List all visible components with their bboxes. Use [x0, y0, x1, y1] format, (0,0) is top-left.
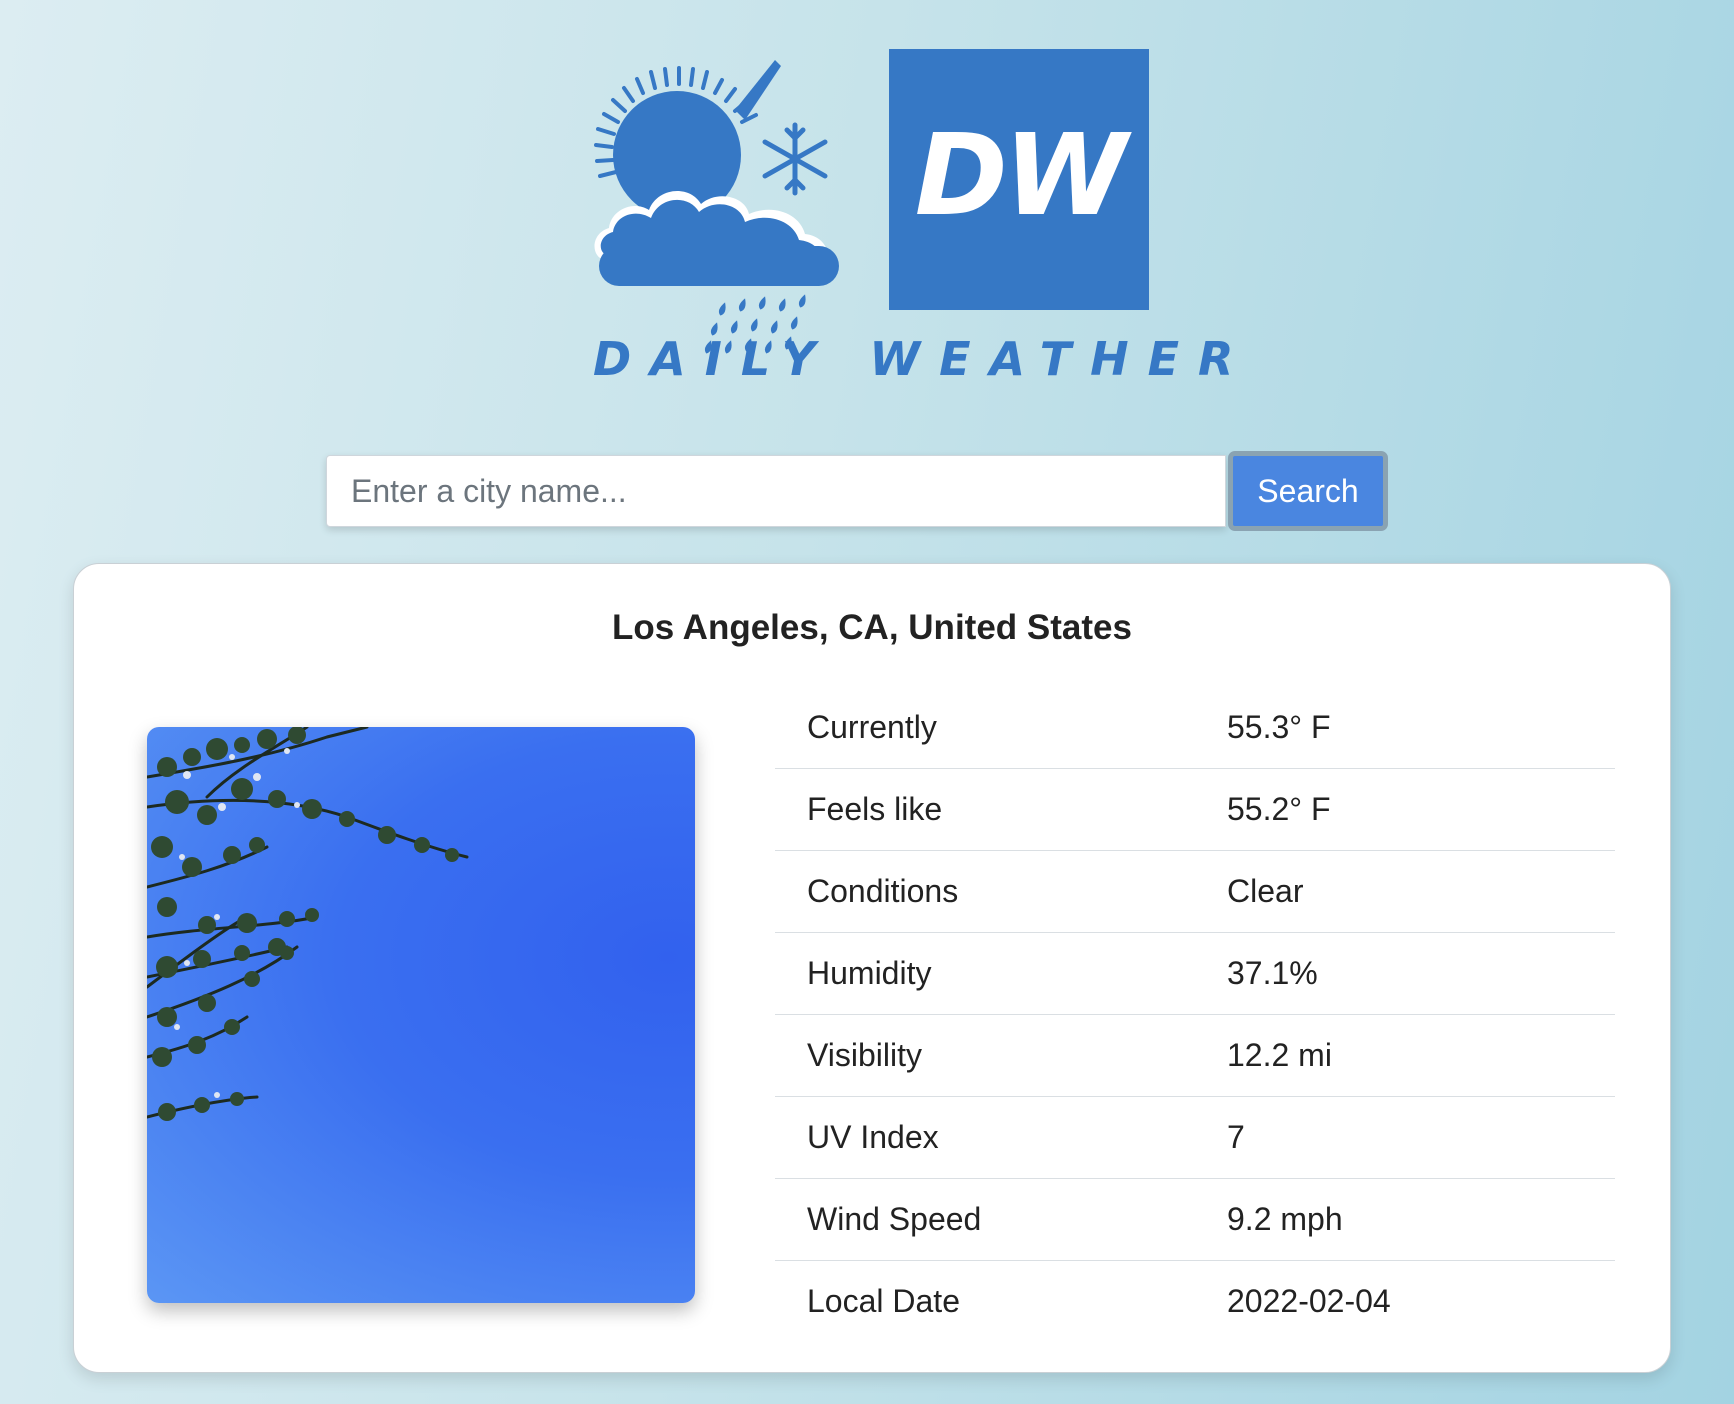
table-row: Local Date 2022-02-04 — [775, 1261, 1615, 1343]
search-input[interactable] — [326, 455, 1226, 527]
search-bar: Search — [326, 451, 1388, 531]
row-value: 9.2 mph — [1195, 1178, 1615, 1261]
row-label: Conditions — [775, 850, 1195, 933]
row-value: 2022-02-04 — [1227, 1283, 1391, 1319]
row-label: Feels like — [775, 768, 1195, 851]
row-label: Humidity — [775, 932, 1195, 1015]
table-row: Conditions Clear — [775, 850, 1615, 933]
row-value: 7 — [1195, 1096, 1615, 1179]
weather-card: Los Angeles, CA, United States Currently… — [73, 563, 1671, 1373]
table-row: Humidity 37.1% — [775, 932, 1615, 1015]
row-value: 55.2° F — [1195, 768, 1615, 851]
row-value: 37.1% — [1195, 932, 1615, 1015]
table-row: Visibility 12.2 mi — [775, 1014, 1615, 1097]
row-value: 12.2 mi — [1195, 1014, 1615, 1097]
row-label: Wind Speed — [775, 1178, 1195, 1261]
logo-wordmark: DAILY WEATHER — [593, 332, 1253, 386]
location-title: Los Angeles, CA, United States — [612, 608, 1132, 647]
weather-details-table: Currently 55.3° F Feels like 55.2° F Con… — [775, 687, 1615, 1342]
logo-monogram-text: DW — [914, 110, 1128, 241]
logo-monogram: DW — [889, 49, 1149, 310]
weather-photo — [147, 727, 695, 1303]
row-value: 55.3° F — [1195, 687, 1615, 769]
search-button[interactable]: Search — [1228, 451, 1388, 531]
row-label: Currently — [775, 687, 1195, 769]
row-label: Visibility — [775, 1014, 1195, 1097]
weather-logo-icon — [594, 60, 839, 354]
row-label: Local Date — [807, 1283, 960, 1319]
table-row: Wind Speed 9.2 mph — [775, 1178, 1615, 1261]
row-label: UV Index — [775, 1096, 1195, 1179]
table-row: UV Index 7 — [775, 1096, 1615, 1179]
table-row: Currently 55.3° F — [775, 687, 1615, 769]
logo: DW DAILY WEATHER — [585, 40, 1253, 390]
table-row: Feels like 55.2° F — [775, 768, 1615, 851]
row-value: Clear — [1195, 850, 1615, 933]
tree-branches-image — [147, 727, 469, 1121]
